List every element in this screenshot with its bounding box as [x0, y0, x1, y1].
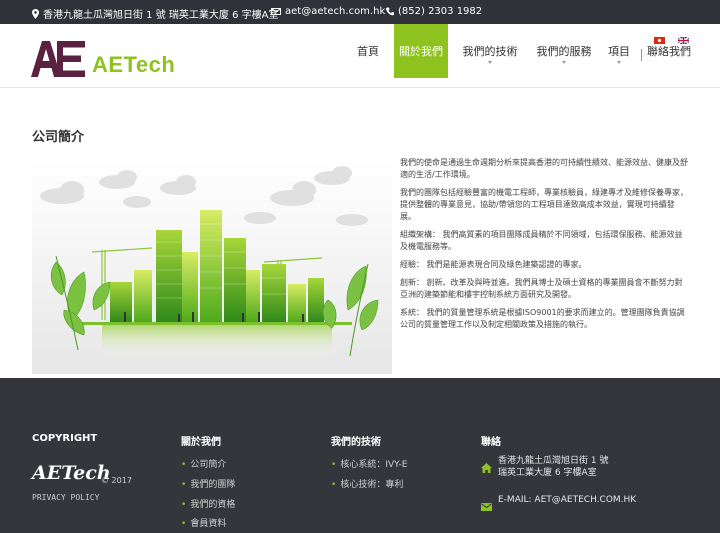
top-info-bar: 香港九龍土瓜灣旭日街 1 號 瑞英工業大廈 6 字樓A室 aet@aetech.… [0, 0, 720, 24]
intro-paragraph-innovation: 創新： 創新、改革及與時並進。我們具博士及碩士資格的專業團員會不斷努力對亞洲的建… [400, 278, 683, 299]
nav-services-label: 我們的服務 [536, 45, 592, 58]
footer-copyright-heading: COPYRIGHT [32, 433, 98, 444]
bullet-icon: • [181, 460, 187, 470]
bullet-icon: • [331, 460, 337, 470]
logo-wordmark[interactable]: AETech [92, 52, 175, 78]
bullet-icon: • [331, 480, 337, 490]
address-info: 香港九龍土瓜灣旭日街 1 號 瑞英工業大廈 6 字樓A室 [32, 6, 278, 21]
bullet-icon: • [181, 500, 187, 510]
footer-link-qualifications[interactable]: • 我們的資格 [181, 497, 235, 510]
footer-year: © 2017 [101, 476, 132, 485]
intro-paragraph-experience: 經驗： 我們是能源表現合同及綠色建築認證的專家。 [400, 260, 587, 269]
footer-link-profile[interactable]: • 公司簡介 [181, 457, 226, 470]
footer-address-line1: 香港九龍土瓜灣旭日街 1 號 [498, 456, 609, 466]
logo-mark[interactable] [31, 41, 85, 77]
address-text: 香港九龍土瓜灣旭日街 1 號 瑞英工業大廈 6 字樓A室 [43, 10, 279, 21]
footer-link-core-system[interactable]: • 核心系統：IVY-E [331, 457, 408, 470]
nav-technology[interactable]: 我們的技術 [458, 24, 522, 78]
footer-email-link[interactable]: E-MAIL: AET@AETECH.COM.HK [498, 494, 636, 506]
company-intro-text: 我們的使命是通過生命週期分析來提高香港的可持續性績效、能源效益、健康及舒適的生活… [400, 157, 690, 337]
bullet-icon: • [181, 480, 187, 490]
nav-home[interactable]: 首頁 [352, 24, 384, 78]
footer-link-team[interactable]: • 我們的團隊 [181, 477, 235, 490]
footer-contact-heading: 聯絡 [481, 437, 501, 448]
nav-projects-label: 項目 [608, 45, 630, 58]
nav-divider [641, 49, 642, 61]
intro-paragraph-structure: 組織架構： 我們高質素的項目團隊成員精於不同領域，包括環保服務、能源效益及機電服… [400, 230, 683, 251]
chevron-down-icon [488, 61, 492, 64]
site-header: AETech 首頁 關於我們 我們的技術 我們的服務 項目 聯絡我們 [0, 24, 720, 88]
nav-about[interactable]: 關於我們 [394, 24, 448, 78]
nav-contact[interactable]: 聯絡我們 [644, 24, 694, 78]
phone-text: (852) 2303 1982 [398, 6, 483, 17]
email-link[interactable]: aet@aetech.com.hk [285, 6, 385, 17]
green-city-illustration [32, 160, 392, 374]
chevron-down-icon [562, 61, 566, 64]
footer-address-line2: 瑞英工業大廈 6 字樓A室 [498, 468, 597, 478]
mail-icon [271, 8, 281, 15]
footer-address: 香港九龍土瓜灣旭日街 1 號 瑞英工業大廈 6 字樓A室 [498, 455, 608, 479]
phone-icon [386, 7, 394, 16]
nav-services[interactable]: 我們的服務 [532, 24, 596, 78]
bullet-icon: • [181, 519, 187, 529]
footer-link-membership[interactable]: • 會員資料 [181, 516, 226, 529]
site-footer: COPYRIGHT AETech © 2017 PRIVACY POLICY 關… [0, 378, 720, 533]
mail-icon [481, 496, 492, 515]
privacy-policy-link[interactable]: PRIVACY POLICY [32, 493, 99, 502]
chevron-down-icon [617, 61, 621, 64]
footer-tech-heading: 我們的技術 [331, 437, 381, 448]
intro-paragraph-mission: 我們的使命是通過生命週期分析來提高香港的可持續性績效、能源效益、健康及舒適的生活… [400, 158, 688, 179]
nav-projects[interactable]: 項目 [604, 24, 634, 78]
footer-link-patent[interactable]: • 核心技術：專利 [331, 477, 403, 490]
intro-paragraph-system: 系統： 我們的質量管理系統是根據ISO9001的要求而建立的。管理團隊負責協調公… [400, 308, 685, 329]
footer-about-heading: 關於我們 [181, 437, 221, 448]
email-info[interactable]: aet@aetech.com.hk [271, 6, 385, 17]
nav-technology-label: 我們的技術 [462, 45, 518, 58]
home-icon [481, 458, 492, 477]
page-title: 公司簡介 [32, 130, 85, 145]
footer-logo: AETech [32, 462, 111, 484]
logo-ae-icon [31, 41, 85, 77]
phone-info: (852) 2303 1982 [386, 6, 482, 17]
map-pin-icon [32, 8, 39, 19]
intro-paragraph-team: 我們的團隊包括經驗豐富的機電工程師，專業核驗員，綠建專才及維修保養專家，提供整體… [400, 188, 688, 221]
